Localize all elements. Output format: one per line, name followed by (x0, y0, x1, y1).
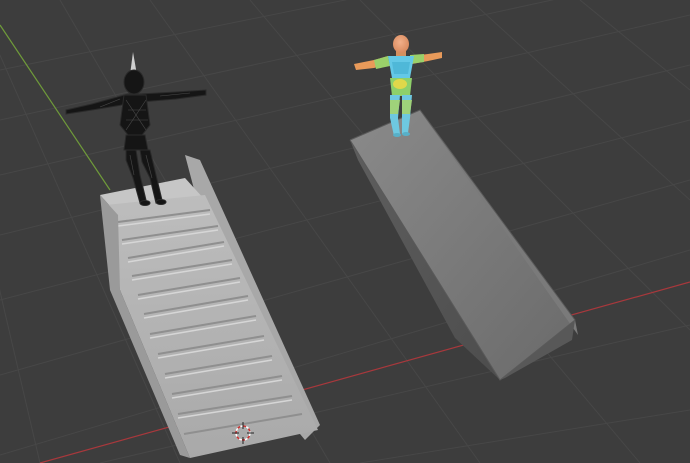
3d-viewport[interactable] (0, 0, 690, 463)
viewport-canvas[interactable] (0, 0, 690, 463)
floor-grid (0, 0, 690, 463)
ramp-mesh[interactable] (349, 109, 578, 381)
stairs-mesh[interactable] (100, 155, 320, 458)
